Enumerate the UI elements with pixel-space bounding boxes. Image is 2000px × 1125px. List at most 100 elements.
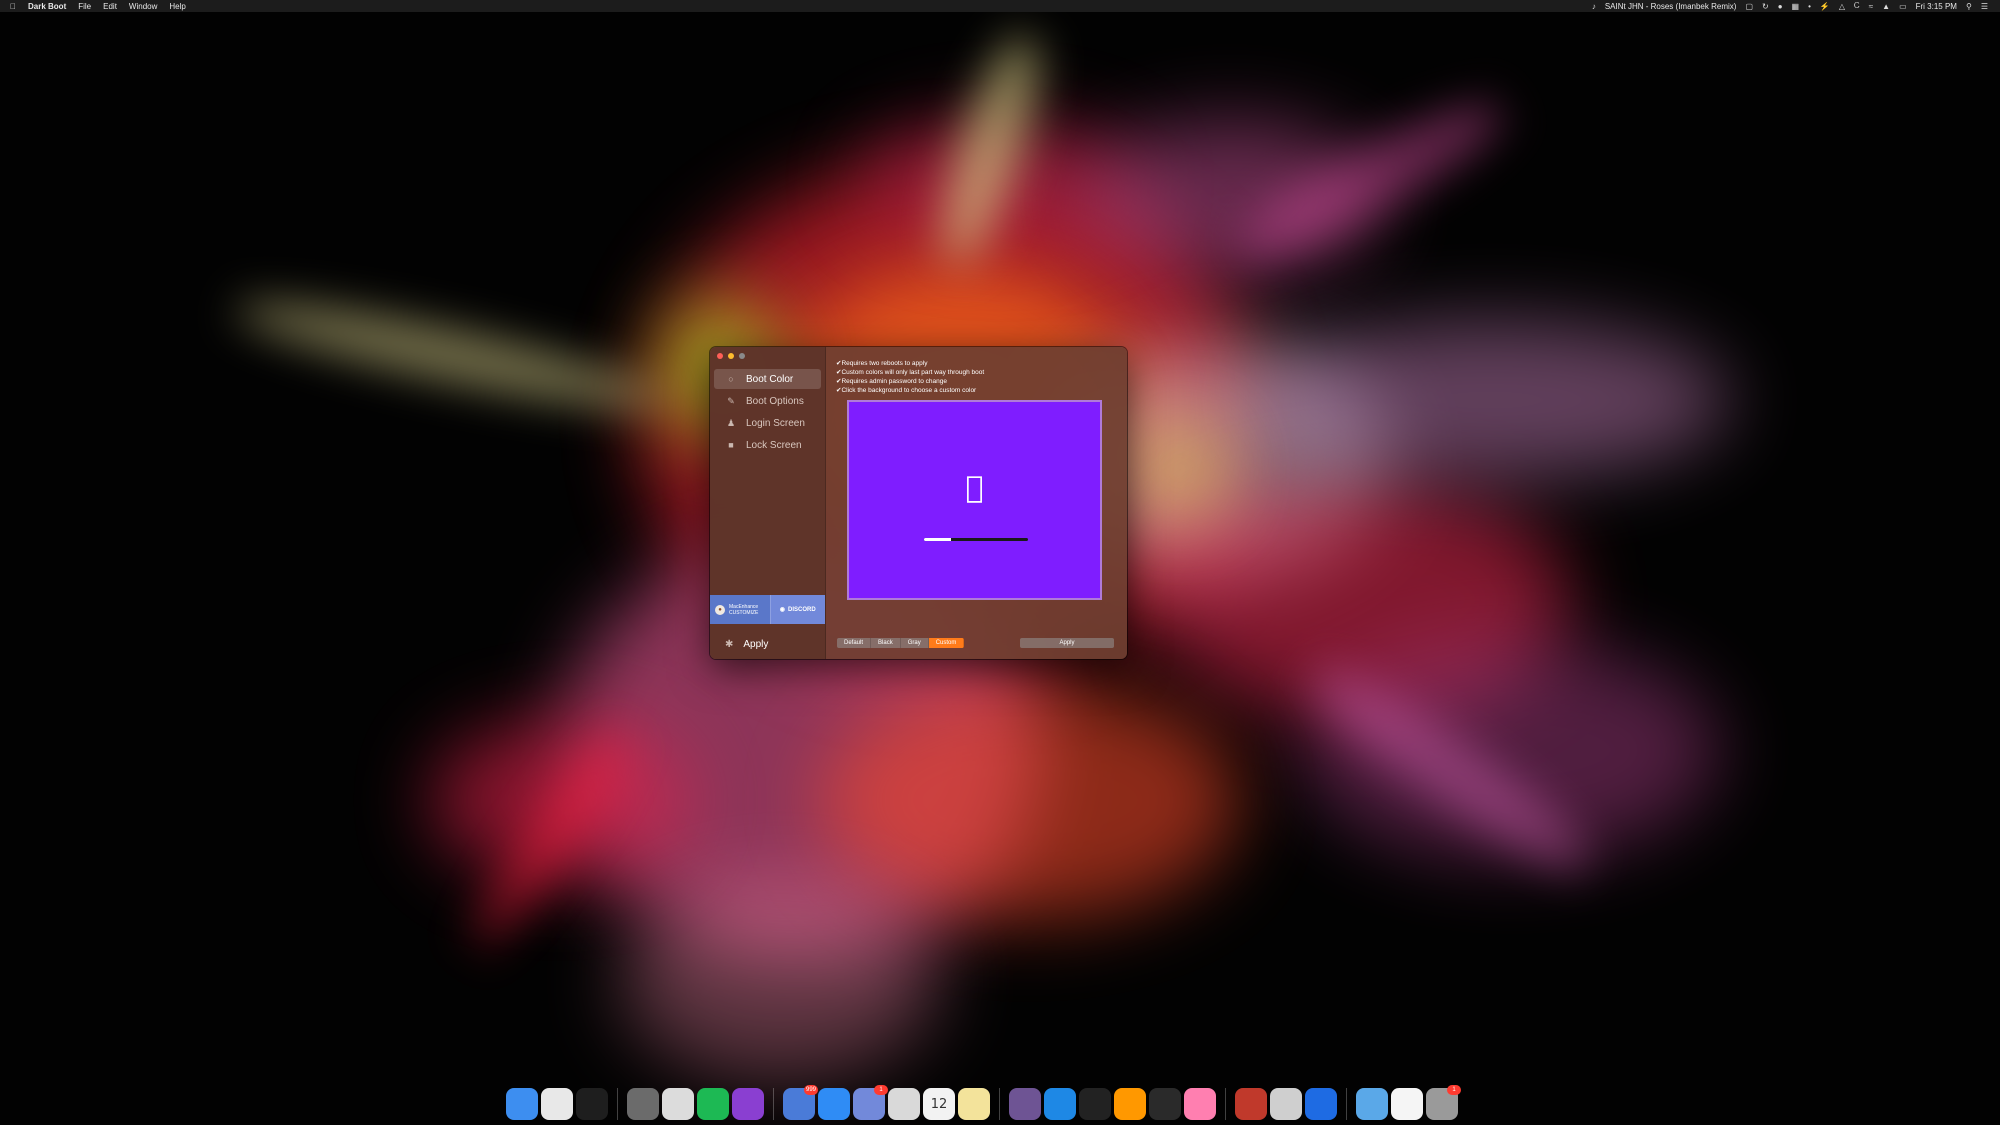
notification-center-icon[interactable]: ☰ bbox=[1981, 2, 1988, 11]
dock-separator bbox=[773, 1088, 774, 1120]
activity-monitor-icon[interactable] bbox=[576, 1088, 608, 1120]
xcode-instruments-icon[interactable] bbox=[1305, 1088, 1337, 1120]
screen-icon[interactable]: ▢ bbox=[1745, 2, 1753, 11]
sketch-icon[interactable] bbox=[1184, 1088, 1216, 1120]
note-item: Requires two reboots to apply bbox=[836, 359, 984, 368]
color-option-segmented-control: Default Black Gray Custom bbox=[837, 638, 965, 648]
discord-banner-label: DISCORD bbox=[788, 606, 816, 613]
sidebar-item-lock-screen[interactable]: ■ Lock Screen bbox=[714, 435, 821, 455]
info-icon[interactable]: ● bbox=[1778, 2, 1783, 11]
downloads-folder-icon[interactable] bbox=[1356, 1088, 1388, 1120]
menu-bar:  Dark Boot File Edit Window Help ♪ SAIN… bbox=[0, 0, 2000, 12]
menu-help[interactable]: Help bbox=[169, 2, 185, 11]
spotlight-search-icon[interactable]: ⚲ bbox=[1966, 2, 1972, 11]
color-option-default[interactable]: Default bbox=[837, 638, 872, 648]
dock-badge: 1 bbox=[1447, 1085, 1461, 1095]
macenhance-logo-icon: ● bbox=[715, 604, 725, 615]
preview-icon[interactable]: 999 bbox=[783, 1085, 818, 1120]
lock-icon: ■ bbox=[728, 440, 734, 450]
dock: 999 1 12 1 bbox=[500, 1083, 1500, 1125]
macenhance-banner-title: MacEnhance bbox=[729, 603, 759, 610]
app-menu[interactable]: Dark Boot bbox=[28, 2, 66, 11]
grid-icon[interactable]: ▦ bbox=[1792, 2, 1800, 11]
sidebar: ○ Boot Color ✎ Boot Options ♟ Login Scre… bbox=[710, 347, 826, 659]
close-window-button[interactable] bbox=[717, 353, 723, 359]
dock-badge: 1 bbox=[874, 1085, 888, 1095]
color-option-custom[interactable]: Custom bbox=[928, 638, 965, 648]
zoom-window-button[interactable] bbox=[739, 353, 745, 359]
sync-icon[interactable]: ↻ bbox=[1762, 2, 1769, 11]
apply-gear-icon: ✱ bbox=[725, 638, 734, 650]
apple-menu-icon[interactable]:  bbox=[10, 2, 16, 11]
macenhance-banner-subtitle: CUSTOMIZE bbox=[729, 609, 759, 616]
music-icon[interactable]: ♪ bbox=[1592, 2, 1596, 11]
messages-icon[interactable] bbox=[818, 1088, 850, 1120]
system-preferences-icon[interactable] bbox=[627, 1088, 659, 1120]
console-icon[interactable] bbox=[1149, 1088, 1181, 1120]
sidebar-item-label: Lock Screen bbox=[746, 439, 802, 451]
sidebar-banners: ● MacEnhance CUSTOMIZE ◉ DISCORD bbox=[710, 595, 825, 624]
sidebar-apply-button[interactable]: ✱ Apply bbox=[710, 635, 825, 653]
dot-icon[interactable]: • bbox=[1808, 2, 1811, 11]
sidebar-item-label: Login Screen bbox=[746, 417, 805, 429]
requirements-notes: Requires two reboots to apply Custom col… bbox=[836, 359, 984, 395]
bolt-icon[interactable]: ⚡ bbox=[1820, 2, 1830, 11]
boot-progress-bar bbox=[924, 538, 1028, 541]
display-app-icon[interactable] bbox=[1270, 1088, 1302, 1120]
sidebar-item-label: Boot Options bbox=[746, 395, 804, 407]
no-entry-app-icon[interactable] bbox=[1235, 1088, 1267, 1120]
finder-icon[interactable] bbox=[506, 1088, 538, 1120]
sidebar-item-boot-options[interactable]: ✎ Boot Options bbox=[714, 391, 821, 411]
spotify-icon[interactable] bbox=[697, 1088, 729, 1120]
menu-window[interactable]: Window bbox=[129, 2, 157, 11]
github-desktop-icon[interactable] bbox=[1009, 1088, 1041, 1120]
calendar-icon[interactable]: 12 bbox=[923, 1088, 955, 1120]
discord-logo-icon: ◉ bbox=[779, 607, 786, 613]
sidebar-apply-label: Apply bbox=[743, 638, 769, 650]
sidebar-item-label: Boot Color bbox=[746, 373, 794, 385]
now-playing-status[interactable]: SAINt JHN - Roses (Imanbek Remix) bbox=[1605, 2, 1737, 11]
airplay-icon[interactable]: △ bbox=[1839, 2, 1845, 11]
note-item: Click the background to choose a custom … bbox=[836, 386, 984, 395]
trash-icon[interactable]: 1 bbox=[1426, 1085, 1461, 1120]
macenhance-banner[interactable]: ● MacEnhance CUSTOMIZE bbox=[710, 595, 770, 624]
dock-separator bbox=[999, 1088, 1000, 1120]
notes-icon[interactable] bbox=[958, 1088, 990, 1120]
boot-progress-fill bbox=[924, 538, 952, 541]
alfred-icon[interactable] bbox=[662, 1088, 694, 1120]
note-item: Custom colors will only last part way th… bbox=[836, 368, 984, 377]
podcasts-icon[interactable] bbox=[732, 1088, 764, 1120]
sublime-text-icon[interactable] bbox=[1114, 1088, 1146, 1120]
dock-separator bbox=[617, 1088, 618, 1120]
chrome-icon[interactable] bbox=[541, 1088, 573, 1120]
dark-boot-window: ○ Boot Color ✎ Boot Options ♟ Login Scre… bbox=[710, 347, 1127, 659]
xcode-icon[interactable] bbox=[1044, 1088, 1076, 1120]
color-option-black[interactable]: Black bbox=[871, 638, 901, 648]
apply-button[interactable]: Apply bbox=[1020, 638, 1114, 648]
menu-file[interactable]: File bbox=[78, 2, 91, 11]
discord-icon[interactable]: 1 bbox=[853, 1085, 888, 1120]
dock-separator bbox=[1346, 1088, 1347, 1120]
note-item: Requires admin password to change bbox=[836, 377, 984, 386]
volume-icon[interactable]: ▲ bbox=[1882, 2, 1890, 11]
photos-icon[interactable] bbox=[888, 1088, 920, 1120]
edit-icon: ✎ bbox=[727, 395, 735, 406]
sidebar-item-login-screen[interactable]: ♟ Login Screen bbox=[714, 413, 821, 433]
terminal-icon[interactable] bbox=[1079, 1088, 1111, 1120]
window-controls bbox=[717, 353, 745, 359]
apple-logo-icon:  bbox=[965, 471, 983, 506]
circle-icon: ○ bbox=[728, 374, 734, 384]
minimize-window-button[interactable] bbox=[728, 353, 734, 359]
user-icon: ♟ bbox=[726, 417, 736, 428]
bluetooth-icon[interactable]: Ꮯ bbox=[1854, 1, 1860, 11]
wifi-icon[interactable]: ≈ bbox=[1869, 2, 1873, 11]
discord-banner[interactable]: ◉ DISCORD bbox=[769, 595, 825, 624]
menu-clock[interactable]: Fri 3:15 PM bbox=[1916, 2, 1957, 11]
boot-color-preview[interactable]:  bbox=[847, 400, 1102, 600]
color-option-gray[interactable]: Gray bbox=[900, 638, 929, 648]
calendar-date: 12 bbox=[930, 1096, 948, 1112]
sidebar-item-boot-color[interactable]: ○ Boot Color bbox=[714, 369, 821, 389]
document-icon[interactable] bbox=[1391, 1088, 1423, 1120]
battery-icon[interactable]: ▭ bbox=[1899, 2, 1907, 11]
menu-edit[interactable]: Edit bbox=[103, 2, 117, 11]
